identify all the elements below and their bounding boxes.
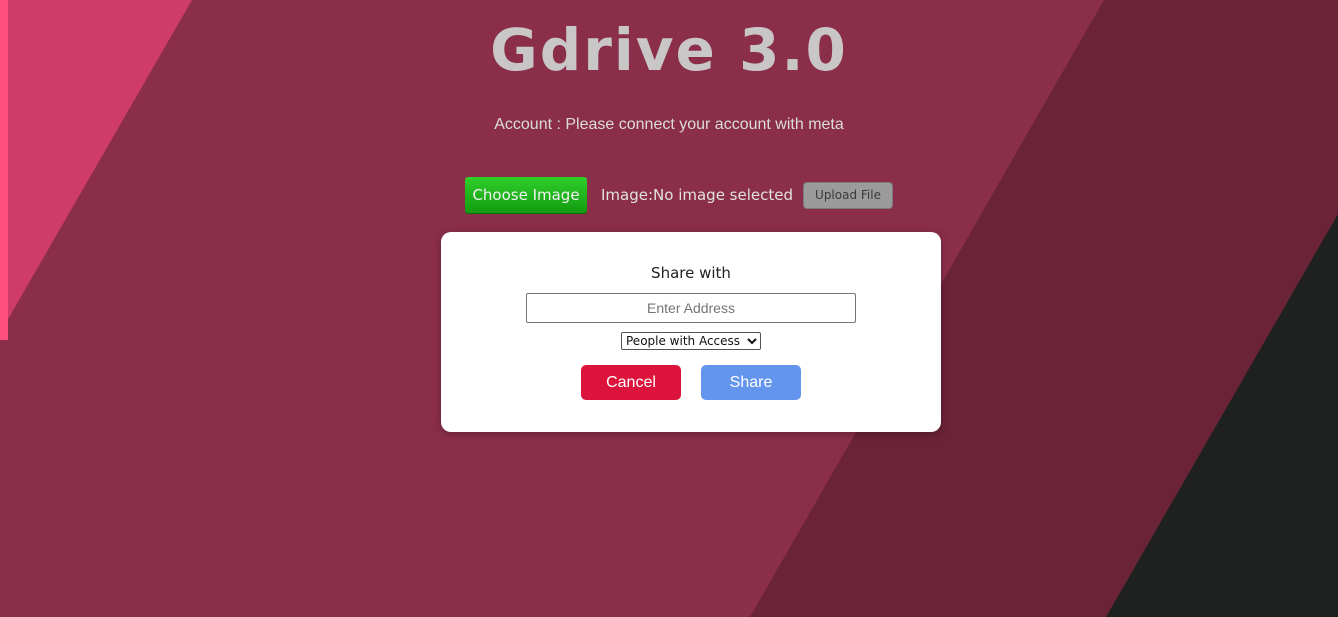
upload-row: Choose Image Image:No image selected Upl… [465,177,894,213]
app-title: Gdrive 3.0 [490,16,848,84]
share-dialog-title: Share with [651,264,731,282]
access-select[interactable]: People with Access [621,332,761,350]
cancel-button[interactable]: Cancel [581,365,681,400]
choose-image-button[interactable]: Choose Image [465,177,587,213]
upload-file-button[interactable]: Upload File [803,181,894,209]
account-status: Account : Please connect your account wi… [494,116,844,133]
image-status-text: Image:No image selected [601,186,794,204]
page-content: Gdrive 3.0 Account : Please connect your… [0,0,1338,617]
address-input[interactable] [526,293,856,323]
share-button[interactable]: Share [701,365,801,400]
share-dialog: Share with People with Access Cancel Sha… [441,232,941,432]
